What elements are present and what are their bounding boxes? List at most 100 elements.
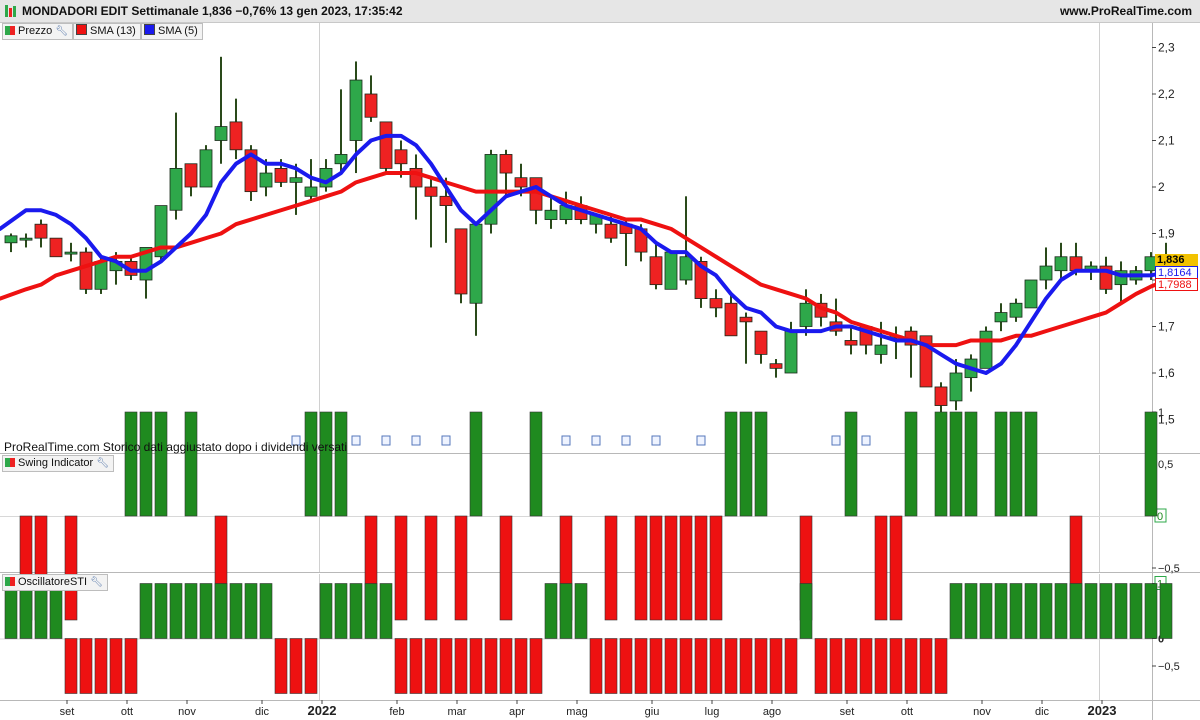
sti-bar-up xyxy=(1009,583,1023,639)
site-link[interactable]: www.ProRealTime.com xyxy=(1060,4,1192,18)
time-axis-label: mag xyxy=(566,706,587,718)
legend-price[interactable]: Prezzo 🔧︎ xyxy=(2,23,73,40)
price-tick-label: 2,3 xyxy=(1158,41,1175,55)
candle-up xyxy=(1024,279,1038,309)
sti-bar-up xyxy=(1084,583,1098,639)
price-tick-label: 2,1 xyxy=(1158,134,1175,148)
sti-bar-down xyxy=(934,638,948,694)
swing-bar-down xyxy=(649,515,663,621)
dividend-event-icon xyxy=(651,435,661,446)
time-axis-label: set xyxy=(60,706,75,718)
sti-bar-down xyxy=(424,638,438,694)
sti-bar-up xyxy=(799,583,813,639)
time-axis-label: giu xyxy=(645,706,660,718)
swing-tick-label: 1 xyxy=(1158,407,1164,419)
wrench-icon[interactable]: 🔧︎ xyxy=(55,24,68,39)
candle-down xyxy=(604,223,618,239)
swing-bar-up xyxy=(304,411,318,517)
sti-bar-down xyxy=(484,638,498,694)
sti-bar-down xyxy=(634,638,648,694)
candle-up xyxy=(1009,302,1023,318)
sti-bar-down xyxy=(499,638,513,694)
swing-bar-up xyxy=(904,411,918,517)
time-axis-label: dic xyxy=(255,706,270,718)
swing-bar-up xyxy=(124,411,138,517)
sti-bar-up xyxy=(169,583,183,639)
sti-bar-up xyxy=(214,583,228,639)
time-axis-label: mar xyxy=(448,706,467,718)
dividend-event-icon xyxy=(381,435,391,446)
sti-bar-down xyxy=(904,638,918,694)
swing-bar-down xyxy=(499,515,513,621)
candle-down xyxy=(934,386,948,406)
sti-bar-down xyxy=(514,638,528,694)
chart-canvas: 2,32,22,121,91,81,71,61,510,50−0,510−0,5… xyxy=(0,22,1200,720)
swing-tick-label: 0,5 xyxy=(1158,459,1173,471)
candle-up xyxy=(784,330,798,374)
swing-bar-up xyxy=(964,411,978,517)
candle-down xyxy=(364,93,378,118)
swing-bar-up xyxy=(469,411,483,517)
wrench-icon[interactable]: 🔧︎ xyxy=(90,575,103,590)
wrench-icon[interactable]: 🔧︎ xyxy=(96,456,109,471)
sti-bar-up xyxy=(49,583,63,639)
candle-down xyxy=(184,163,198,188)
swing-bar-up xyxy=(1009,411,1023,517)
candle-up xyxy=(289,177,303,183)
time-axis-label: ott xyxy=(121,706,133,718)
candle-down xyxy=(34,223,48,239)
sti-bar-up xyxy=(949,583,963,639)
candle-down xyxy=(229,121,243,151)
sti-bar-down xyxy=(64,638,78,694)
sti-bar-down xyxy=(754,638,768,694)
sti-bar-down xyxy=(409,638,423,694)
swing-bar-up xyxy=(184,411,198,517)
sti-bar-up xyxy=(4,583,18,639)
legend-sti-label: OscillatoreSTI xyxy=(18,576,88,588)
swing-bar-up xyxy=(739,411,753,517)
sti-bar-up xyxy=(1024,583,1038,639)
legend-swing[interactable]: Swing Indicator 🔧︎ xyxy=(2,455,114,472)
candle-up xyxy=(304,186,318,197)
swing-bar-down xyxy=(664,515,678,621)
candle-up xyxy=(994,312,1008,323)
legend-sti[interactable]: OscillatoreSTI 🔧︎ xyxy=(2,574,108,591)
sti-bar-down xyxy=(439,638,453,694)
sti-bar-up xyxy=(1114,583,1128,639)
swing-bar-up xyxy=(844,411,858,517)
swing-bar-up xyxy=(724,411,738,517)
sti-bar-down xyxy=(274,638,288,694)
swing-bar-up xyxy=(154,411,168,517)
candle-down xyxy=(79,251,93,290)
swing-bar-down xyxy=(889,515,903,621)
candle-down xyxy=(49,237,63,258)
time-axis-label: nov xyxy=(973,706,991,718)
swing-bar-down xyxy=(679,515,693,621)
candle-down xyxy=(439,195,453,207)
chart-title: MONDADORI EDIT Settimanale 1,836 −0,76% … xyxy=(22,4,403,18)
sti-bar-down xyxy=(589,638,603,694)
sma13-swatch xyxy=(76,24,87,35)
time-axis-label: ott xyxy=(901,706,913,718)
candle-up xyxy=(169,167,183,211)
legend-sma13[interactable]: SMA (13) xyxy=(73,23,141,40)
candle-up xyxy=(334,154,348,165)
swing-bar-down xyxy=(874,515,888,621)
app-logo-icon xyxy=(5,5,17,17)
time-axis-label: ago xyxy=(763,706,781,718)
swing-bar-up xyxy=(754,411,768,517)
sti-bar-down xyxy=(109,638,123,694)
time-axis-label: feb xyxy=(389,706,404,718)
dividend-event-icon xyxy=(696,435,706,446)
sti-bar-up xyxy=(1069,583,1083,639)
sma5-swatch xyxy=(144,24,155,35)
candle-up xyxy=(259,172,273,188)
candle-down xyxy=(709,298,723,309)
candle-up xyxy=(979,330,993,369)
candle-up xyxy=(469,223,483,304)
swing-bar-down xyxy=(394,515,408,621)
candle-up xyxy=(544,209,558,220)
legend-sma5[interactable]: SMA (5) xyxy=(141,23,203,40)
sti-bar-up xyxy=(199,583,213,639)
dividend-event-icon xyxy=(591,435,601,446)
